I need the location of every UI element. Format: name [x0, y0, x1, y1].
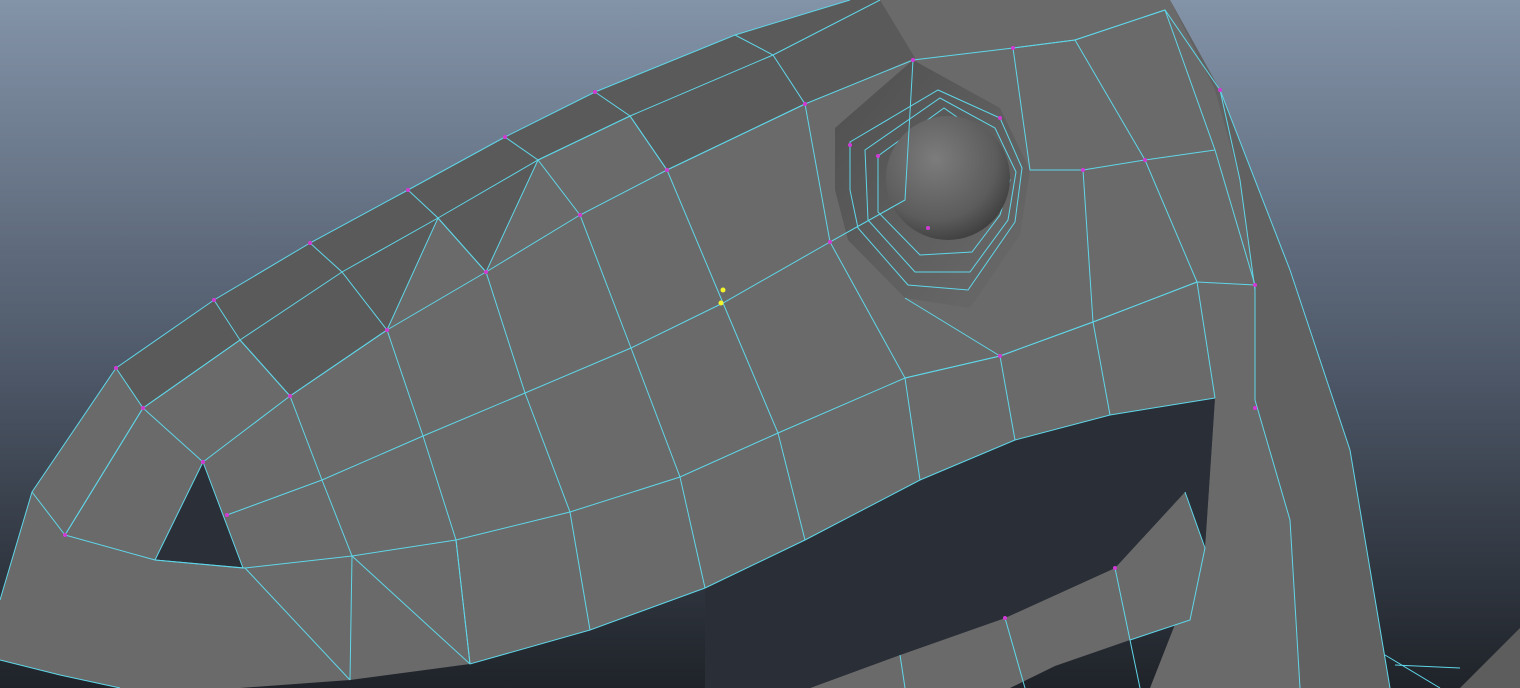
eyeball[interactable]	[886, 116, 1010, 240]
modeling-viewport[interactable]	[0, 0, 1520, 688]
viewport-scene[interactable]	[0, 0, 1520, 688]
